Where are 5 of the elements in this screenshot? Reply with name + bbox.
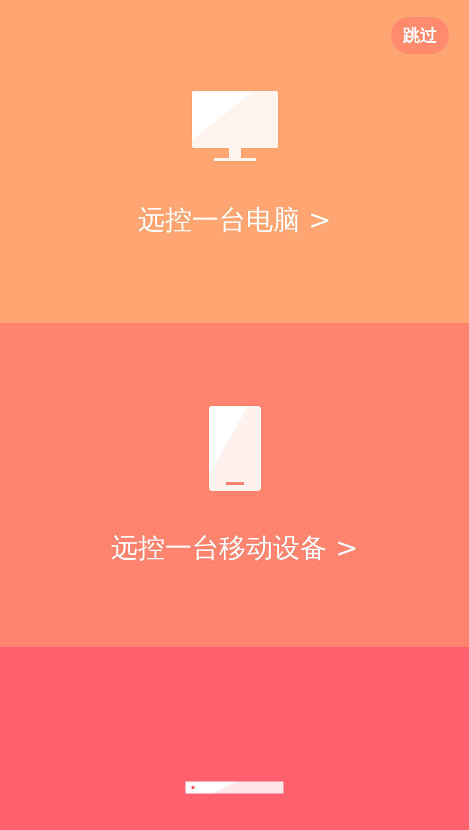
remote-option-link[interactable]: 远控一台电脑 > bbox=[138, 202, 332, 238]
monitor-icon bbox=[190, 90, 278, 162]
tablet-icon bbox=[185, 781, 284, 794]
phone-icon bbox=[208, 405, 262, 492]
remote-option-link[interactable]: 远控一台移动设备 > bbox=[110, 530, 358, 566]
